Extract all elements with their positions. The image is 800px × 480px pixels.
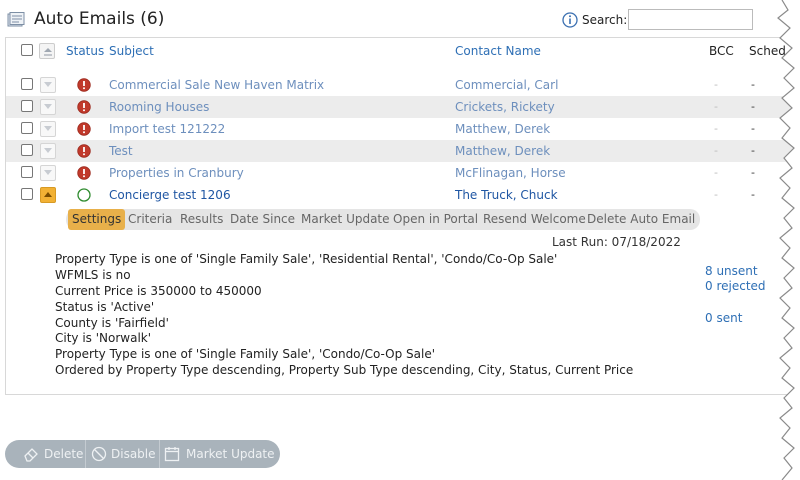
disable-label: Disable <box>111 447 156 461</box>
row-checkbox[interactable] <box>21 78 33 90</box>
auto-emails-panel: Status Subject Contact Name BCC Sched Co… <box>5 37 800 395</box>
row-contact-link[interactable]: The Truck, Chuck <box>455 188 558 202</box>
row-bcc: - <box>714 78 718 91</box>
row-contact-link[interactable]: Matthew, Derek <box>455 144 550 158</box>
column-header-subject[interactable]: Subject <box>109 44 154 58</box>
row-subject-link[interactable]: Test <box>109 144 133 158</box>
tab-results[interactable]: Results <box>176 209 227 230</box>
row-sched: - <box>751 144 755 157</box>
row-checkbox[interactable] <box>21 144 33 156</box>
criteria-line: Ordered by Property Type descending, Pro… <box>55 363 634 377</box>
calendar-icon <box>164 447 180 462</box>
expand-row-button[interactable] <box>40 165 56 181</box>
row-subject-link[interactable]: Properties in Cranbury <box>109 166 244 180</box>
row-sched: - <box>751 100 755 113</box>
chevron-down-icon <box>44 104 52 109</box>
error-icon <box>77 78 91 92</box>
row-sched: - <box>751 122 755 135</box>
criteria-line: WFMLS is no <box>55 268 131 282</box>
torn-edge-decoration <box>777 0 800 480</box>
ban-icon <box>91 446 107 462</box>
disable-button[interactable]: Disable <box>86 440 159 468</box>
criteria-line: Property Type is one of 'Single Family S… <box>55 347 436 361</box>
rejected-count-link[interactable]: 0 rejected <box>705 279 766 293</box>
delete-label: Delete <box>44 447 84 461</box>
last-run-date: Last Run: 07/18/2022 <box>552 235 681 249</box>
tab-date-since[interactable]: Date Since <box>226 209 299 230</box>
row-sched: - <box>751 188 755 201</box>
sent-count-link[interactable]: 0 sent <box>705 311 742 325</box>
row-bcc: - <box>714 100 718 113</box>
row-bcc: - <box>714 122 718 135</box>
chevron-up-icon <box>44 192 52 197</box>
select-all-checkbox[interactable] <box>21 44 33 56</box>
search-input[interactable] <box>628 9 753 30</box>
criteria-line: Property Type is one of 'Single Family S… <box>55 252 558 266</box>
row-sched: - <box>751 166 755 179</box>
row-bcc: - <box>714 144 718 157</box>
tab-open-in-portal[interactable]: Open in Portal <box>389 209 482 230</box>
table-row[interactable]: Test Matthew, Derek - - <box>6 140 800 162</box>
row-checkbox[interactable] <box>21 122 33 134</box>
criteria-line: City is 'Norwalk' <box>55 331 152 345</box>
tab-criteria[interactable]: Criteria <box>124 209 176 230</box>
collapse-row-button[interactable] <box>40 187 56 203</box>
column-header-status[interactable]: Status <box>66 44 104 58</box>
error-icon <box>77 166 91 180</box>
chevron-down-icon <box>44 82 52 87</box>
row-contact-link[interactable]: Commercial, Carl <box>455 78 558 92</box>
row-checkbox[interactable] <box>21 188 33 200</box>
row-sched: - <box>751 78 755 91</box>
row-contact-link[interactable]: McFlinagan, Horse <box>455 166 566 180</box>
expand-row-button[interactable] <box>40 99 56 115</box>
sort-icon <box>44 48 52 56</box>
row-subject-link[interactable]: Concierge test 1206 <box>109 188 231 202</box>
error-icon <box>77 122 91 136</box>
criteria-line: Status is 'Active' <box>55 300 155 314</box>
market-update-button[interactable]: Market Update <box>160 440 280 468</box>
email-list-icon <box>7 12 25 28</box>
table-row[interactable]: Properties in Cranbury McFlinagan, Horse… <box>6 162 800 184</box>
market-update-label: Market Update <box>186 447 275 461</box>
criteria-line: Current Price is 350000 to 450000 <box>55 284 262 298</box>
error-icon <box>77 100 91 114</box>
search-label: Search: <box>582 13 628 27</box>
tab-resend-welcome[interactable]: Resend Welcome <box>479 209 590 230</box>
row-subject-link[interactable]: Commercial Sale New Haven Matrix <box>109 78 324 92</box>
page-title: Auto Emails (6) <box>34 9 165 29</box>
table-row[interactable]: Rooming Houses Crickets, Rickety - - <box>6 96 800 118</box>
sort-toggle-button[interactable] <box>39 43 55 59</box>
delete-button[interactable]: Delete <box>5 440 85 468</box>
chevron-down-icon <box>44 148 52 153</box>
error-icon <box>77 144 91 158</box>
row-bcc: - <box>714 188 718 201</box>
expand-row-button[interactable] <box>40 143 56 159</box>
action-button-bar: Delete Disable Market Update <box>5 440 280 468</box>
expand-row-button[interactable] <box>40 77 56 93</box>
column-header-contact[interactable]: Contact Name <box>455 44 541 58</box>
expand-row-button[interactable] <box>40 121 56 137</box>
criteria-line: County is 'Fairfield' <box>55 316 169 330</box>
info-icon[interactable] <box>562 12 578 28</box>
tab-market-update[interactable]: Market Update <box>297 209 394 230</box>
row-contact-link[interactable]: Crickets, Rickety <box>455 100 555 114</box>
column-header-bcc: BCC <box>709 44 734 58</box>
row-contact-link[interactable]: Matthew, Derek <box>455 122 550 136</box>
tab-settings[interactable]: Settings <box>68 209 126 230</box>
row-subject-link[interactable]: Rooming Houses <box>109 100 209 114</box>
row-bcc: - <box>714 166 718 179</box>
row-checkbox[interactable] <box>21 166 33 178</box>
row-subject-link[interactable]: Import test 121222 <box>109 122 225 136</box>
eraser-icon <box>24 448 38 462</box>
tab-delete-auto-email[interactable]: Delete Auto Email <box>583 209 699 230</box>
table-row[interactable]: Import test 121222 Matthew, Derek - - <box>6 118 800 140</box>
unsent-count-link[interactable]: 8 unsent <box>705 264 758 278</box>
table-row-expanded[interactable]: Concierge test 1206 The Truck, Chuck - - <box>6 184 800 206</box>
chevron-down-icon <box>44 170 52 175</box>
detail-tab-bar: Settings Criteria Results Date Since Mar… <box>66 209 700 230</box>
chevron-down-icon <box>44 126 52 131</box>
table-row[interactable]: Commercial Sale New Haven Matrix Commerc… <box>6 74 800 96</box>
circle-outline-icon <box>77 188 91 202</box>
row-checkbox[interactable] <box>21 100 33 112</box>
